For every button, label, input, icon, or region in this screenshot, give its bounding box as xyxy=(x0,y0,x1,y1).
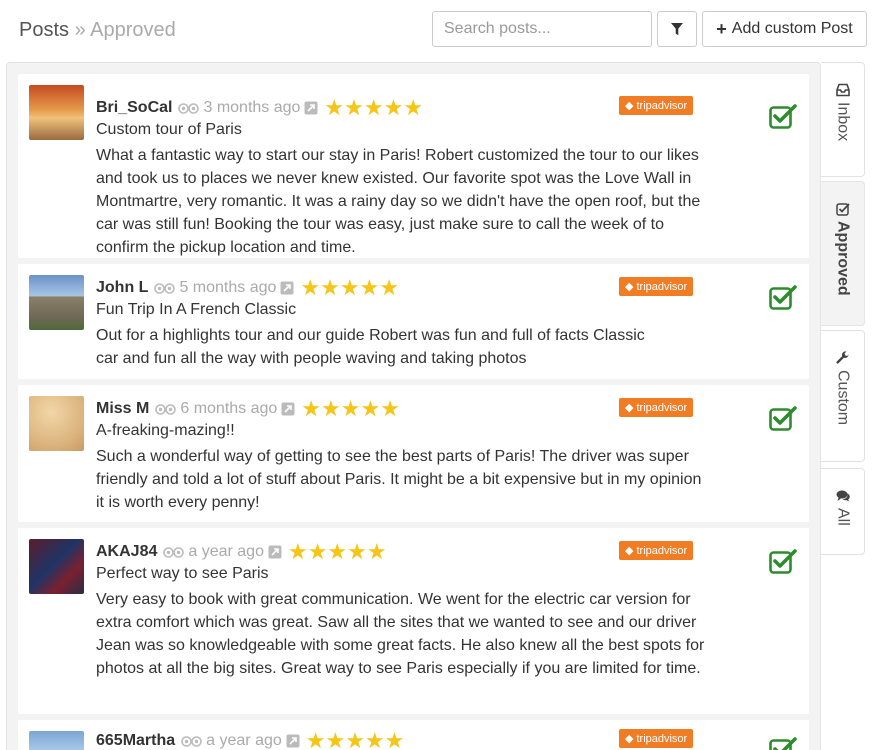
add-custom-post-label: Add custom Post xyxy=(731,20,853,37)
filter-button[interactable] xyxy=(657,11,697,47)
post-time: 3 months ago xyxy=(178,99,318,117)
approved-check-icon[interactable] xyxy=(769,405,797,431)
source-badge-label: tripadvisor xyxy=(636,401,688,414)
post-time-text: a year ago xyxy=(188,543,264,560)
tab-all[interactable]: All xyxy=(821,468,865,555)
post-card: AKAJ84 a year ago ★★★★★ ◆ tripadvisor Per… xyxy=(18,528,809,714)
post-title: A-freaking-mazing!! xyxy=(96,422,235,439)
checkbox-icon xyxy=(835,203,850,216)
post-card: John L 5 months ago ★★★★★ ◆ tripadvisor F… xyxy=(18,264,809,379)
tag-icon: ◆ xyxy=(625,281,634,293)
post-body: Out for a highlights tour and our guide … xyxy=(96,327,645,367)
add-custom-post-button[interactable]: + Add custom Post xyxy=(702,11,867,47)
comments-icon xyxy=(836,490,850,502)
tripadvisor-owl-icon xyxy=(178,102,200,114)
source-badge: ◆ tripadvisor xyxy=(619,729,694,748)
plus-icon: + xyxy=(716,19,727,39)
tripadvisor-owl-icon xyxy=(154,282,176,294)
post-time: 5 months ago xyxy=(154,279,294,297)
tab-inbox-label: Inbox xyxy=(834,102,852,142)
post-time: a year ago xyxy=(181,732,300,750)
top-bar: Posts » Approved + Add custom Post xyxy=(0,0,876,62)
wrench-icon xyxy=(835,351,848,364)
tab-approved[interactable]: Approved xyxy=(821,181,865,326)
avatar xyxy=(29,731,84,750)
posts-panel[interactable]: Bri_SoCal 3 months ago ★★★★★ ◆ tripadviso… xyxy=(6,62,821,750)
post-author[interactable]: 665Martha xyxy=(96,732,175,750)
post-header: Bri_SoCal 3 months ago ★★★★★ xyxy=(96,96,423,120)
tag-icon: ◆ xyxy=(625,733,634,745)
post-body: Very easy to book with great communicati… xyxy=(96,591,705,677)
post-author[interactable]: Bri_SoCal xyxy=(96,99,172,117)
post-time: a year ago xyxy=(163,543,282,561)
tag-icon: ◆ xyxy=(625,402,634,414)
external-link-icon[interactable] xyxy=(280,281,294,295)
source-badge-label: tripadvisor xyxy=(636,280,688,293)
breadcrumb-current: Approved xyxy=(90,19,176,41)
external-link-icon[interactable] xyxy=(286,734,300,748)
filter-icon xyxy=(671,22,683,35)
breadcrumb-separator: » xyxy=(74,19,86,41)
post-header: Miss M 6 months ago ★★★★★ xyxy=(96,397,400,421)
star-rating: ★★★★★ xyxy=(300,275,400,300)
post-card: 665Martha a year ago ★★★★★ ◆ tripadvisor xyxy=(18,720,809,750)
post-title: Perfect way to see Paris xyxy=(96,565,269,582)
post-time-text: 6 months ago xyxy=(180,400,278,417)
source-badge: ◆ tripadvisor xyxy=(619,277,694,296)
tripadvisor-owl-icon xyxy=(181,735,202,747)
tripadvisor-owl-icon xyxy=(155,403,177,415)
source-badge: ◆ tripadvisor xyxy=(619,96,694,115)
post-author[interactable]: AKAJ84 xyxy=(96,543,157,561)
breadcrumb: Posts » Approved xyxy=(19,19,176,42)
tab-custom-label: Custom xyxy=(834,370,852,426)
source-badge: ◆ tripadvisor xyxy=(619,398,694,417)
avatar xyxy=(29,275,84,330)
post-time-text: a year ago xyxy=(206,732,282,749)
tab-approved-label: Approved xyxy=(834,221,852,296)
post-title: Fun Trip In A French Classic xyxy=(96,301,297,318)
status-tabs: Inbox Approved Custom All xyxy=(821,62,865,562)
tab-custom[interactable]: Custom xyxy=(821,330,865,462)
post-card: Miss M 6 months ago ★★★★★ ◆ tripadvisor A… xyxy=(18,385,809,522)
post-author[interactable]: Miss M xyxy=(96,400,149,418)
post-card: Bri_SoCal 3 months ago ★★★★★ ◆ tripadviso… xyxy=(18,74,809,258)
breadcrumb-root[interactable]: Posts xyxy=(19,19,69,41)
post-time-text: 3 months ago xyxy=(203,99,301,116)
post-body: What a fantastic way to start our stay i… xyxy=(96,147,701,256)
external-link-icon[interactable] xyxy=(304,101,318,115)
post-header: John L 5 months ago ★★★★★ xyxy=(96,276,399,300)
source-badge-label: tripadvisor xyxy=(636,544,688,557)
source-badge-label: tripadvisor xyxy=(636,732,688,745)
tag-icon: ◆ xyxy=(625,545,634,557)
tab-all-label: All xyxy=(834,508,852,526)
avatar xyxy=(29,85,84,140)
star-rating: ★★★★★ xyxy=(305,728,405,750)
star-rating: ★★★★★ xyxy=(301,396,400,421)
post-header: AKAJ84 a year ago ★★★★★ xyxy=(96,540,387,564)
external-link-icon[interactable] xyxy=(268,545,282,559)
approved-check-icon[interactable] xyxy=(769,548,797,574)
post-author[interactable]: John L xyxy=(96,279,148,297)
post-time: 6 months ago xyxy=(155,400,295,418)
approved-check-icon[interactable] xyxy=(769,284,797,310)
star-rating: ★★★★★ xyxy=(324,95,424,120)
approved-check-icon[interactable] xyxy=(769,736,797,750)
post-title: Custom tour of Paris xyxy=(96,121,242,138)
source-badge-label: tripadvisor xyxy=(636,99,688,112)
star-rating: ★★★★★ xyxy=(287,539,387,564)
approved-check-icon[interactable] xyxy=(769,103,797,129)
avatar xyxy=(29,396,84,451)
inbox-icon xyxy=(835,83,850,97)
tag-icon: ◆ xyxy=(625,100,634,112)
external-link-icon[interactable] xyxy=(281,402,295,416)
post-time-text: 5 months ago xyxy=(179,279,277,296)
post-body: Such a wonderful way of getting to see t… xyxy=(96,448,702,511)
post-header: 665Martha a year ago ★★★★★ xyxy=(96,729,404,750)
search-input[interactable] xyxy=(432,11,652,47)
tab-inbox[interactable]: Inbox xyxy=(821,62,865,177)
source-badge: ◆ tripadvisor xyxy=(619,541,694,560)
tripadvisor-owl-icon xyxy=(163,546,185,558)
avatar xyxy=(29,539,84,594)
